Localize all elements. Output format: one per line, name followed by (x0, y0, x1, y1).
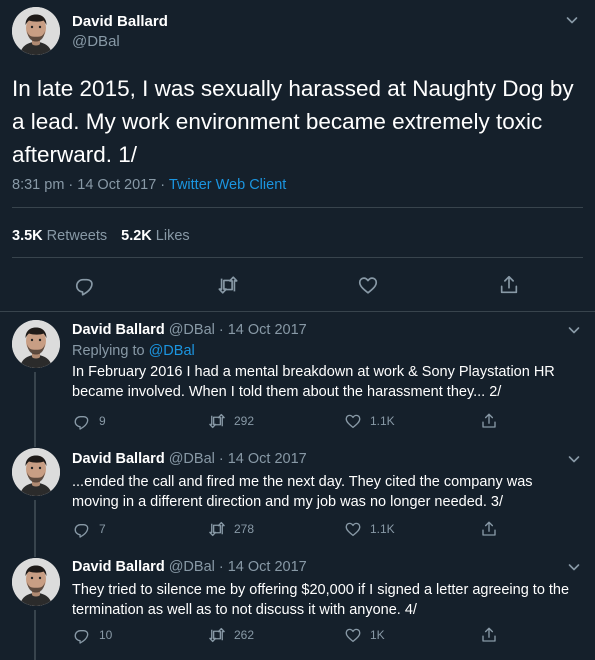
author-meta[interactable]: @DBal · 14 Oct 2017 (165, 451, 307, 467)
tweet-time[interactable]: 8:31 pm · 14 Oct 2017 · (12, 177, 169, 193)
tweet-meta: 8:31 pm · 14 Oct 2017 · Twitter Web Clie… (12, 177, 286, 193)
thread-line (34, 442, 36, 447)
main-tweet: David Ballard @DBal In late 2015, I was … (0, 0, 595, 312)
reply-count: 7 (99, 522, 106, 536)
likes-label: Likes (151, 228, 190, 244)
divider (12, 257, 583, 258)
author-name[interactable]: David Ballard (72, 322, 165, 338)
reply-header: David Ballard @DBal · 14 Oct 2017 (72, 559, 307, 575)
likes-count: 5.2K (121, 228, 152, 244)
reply-count: 9 (99, 414, 106, 428)
avatar[interactable] (12, 7, 60, 55)
like-action[interactable]: 1.1K (344, 520, 395, 538)
retweets-stat[interactable]: 3.5K Retweets (12, 228, 107, 244)
like-action[interactable]: 1.1K (344, 412, 395, 430)
reply-tweet[interactable]: David Ballard @DBal · 14 Oct 2017 Replyi… (0, 312, 595, 442)
author-name[interactable]: David Ballard (72, 451, 165, 467)
reply-icon[interactable] (74, 274, 96, 296)
thread-line (34, 372, 36, 442)
retweet-count: 292 (234, 414, 255, 428)
share-icon[interactable] (480, 412, 506, 430)
reply-header: David Ballard @DBal · 14 Oct 2017 (72, 322, 307, 338)
reply-text: ...ended the call and fired me the next … (72, 474, 533, 510)
reply-action[interactable]: 10 (73, 626, 112, 644)
retweet-action[interactable]: 278 (208, 520, 254, 538)
author-meta[interactable]: @DBal · 14 Oct 2017 (165, 322, 307, 338)
author-handle[interactable]: @DBal (72, 33, 120, 50)
like-count: 1.1K (370, 522, 395, 536)
chevron-down-icon[interactable] (564, 12, 580, 28)
author-meta[interactable]: @DBal · 14 Oct 2017 (165, 559, 307, 575)
replying-handle-link[interactable]: @DBal (149, 343, 195, 359)
reply-action[interactable]: 7 (73, 520, 106, 538)
author-name[interactable]: David Ballard (72, 13, 168, 30)
retweet-action[interactable]: 262 (208, 626, 254, 644)
reply-header: David Ballard @DBal · 14 Oct 2017 (72, 451, 307, 467)
reply-tweet[interactable]: David Ballard @DBal · 14 Oct 2017 They t… (0, 550, 595, 660)
avatar[interactable] (12, 558, 60, 606)
reply-tweet[interactable]: David Ballard @DBal · 14 Oct 2017 ...end… (0, 442, 595, 550)
retweets-label: Retweets (42, 228, 108, 244)
tweet-client-link[interactable]: Twitter Web Client (169, 177, 286, 193)
likes-stat[interactable]: 5.2K Likes (121, 228, 190, 244)
reply-text: In February 2016 I had a mental breakdow… (72, 364, 555, 400)
share-icon[interactable] (480, 520, 506, 538)
retweet-icon[interactable] (217, 274, 239, 296)
author-name[interactable]: David Ballard (72, 559, 165, 575)
reply-count: 10 (99, 628, 113, 642)
reply-text: They tried to silence me by offering $20… (72, 582, 570, 618)
avatar[interactable] (12, 448, 60, 496)
replying-to: Replying to @DBal (72, 343, 195, 359)
like-action[interactable]: 1K (344, 626, 385, 644)
heart-icon[interactable] (357, 274, 379, 296)
retweet-count: 278 (234, 522, 255, 536)
chevron-down-icon[interactable] (566, 559, 582, 575)
chevron-down-icon[interactable] (566, 322, 582, 338)
thread-line (34, 550, 36, 557)
tweet-text: In late 2015, I was sexually harassed at… (12, 76, 574, 167)
thread-line (34, 500, 36, 550)
retweets-count: 3.5K (12, 228, 43, 244)
thread-line (34, 610, 36, 660)
like-count: 1.1K (370, 414, 395, 428)
share-icon[interactable] (480, 626, 506, 644)
retweet-count: 262 (234, 628, 255, 642)
avatar[interactable] (12, 320, 60, 368)
chevron-down-icon[interactable] (566, 451, 582, 467)
tweet-stats: 3.5K Retweets 5.2K Likes (12, 228, 190, 244)
replying-label: Replying to (72, 343, 149, 359)
reply-action[interactable]: 9 (73, 412, 106, 430)
divider (12, 207, 583, 208)
like-count: 1K (370, 628, 385, 642)
retweet-action[interactable]: 292 (208, 412, 254, 430)
share-icon[interactable] (498, 274, 520, 296)
